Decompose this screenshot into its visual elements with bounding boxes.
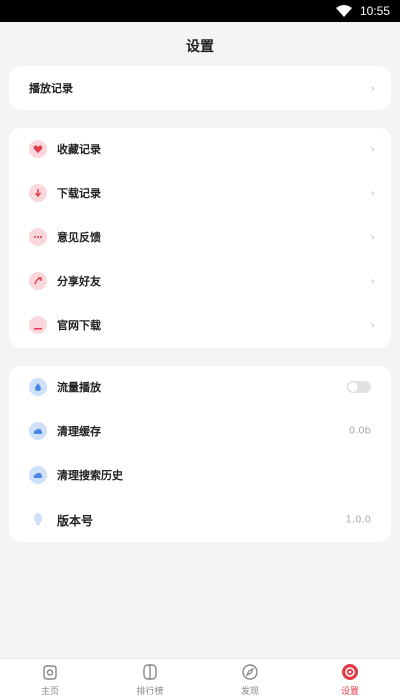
settings-icon [342,663,358,680]
version-label: 版本号 [57,513,94,528]
feedback-icon [29,228,47,246]
share-label: 分享好友 [57,275,101,288]
wifi-icon [335,5,352,17]
compass-icon [242,663,258,680]
chevron-right-icon: › [370,142,375,156]
ranking-icon [143,663,157,680]
tab-settings[interactable]: 设置 [300,659,400,700]
cloud-icon [29,466,47,484]
chevron-right-icon: › [370,81,375,95]
clear-cache-item[interactable]: 清理缓存 0.0b [9,413,391,449]
chevron-right-icon: › [370,318,375,332]
cloud-icon [29,422,47,440]
feedback-item[interactable]: 意见反馈 › [9,219,391,255]
favorites-item[interactable]: 收藏记录 › [9,131,391,167]
clear-search-history-label: 清理搜索历史 [57,469,123,482]
cache-size-value: 0.0b [348,425,371,437]
clear-cache-label: 清理缓存 [57,425,101,438]
version-value: 1.0.0 [345,514,371,526]
settings-card: 流量播放 清理缓存 0.0b 清理搜索历史 版本号 1.0.0 [9,366,391,542]
tab-discover[interactable]: 发现 [200,659,300,700]
play-history-label: 播放记录 [29,82,73,95]
history-card: 播放记录 › [9,66,391,110]
data-playback-toggle[interactable] [347,381,371,393]
heart-icon [29,140,47,158]
download-icon [29,184,47,202]
website-icon [29,316,47,334]
tab-home[interactable]: 主页 [0,659,100,700]
status-bar: 10:55 [0,0,400,22]
chevron-right-icon: › [370,274,375,288]
chevron-right-icon: › [370,230,375,244]
tab-settings-label: 设置 [340,686,359,697]
data-playback-label: 流量播放 [57,381,101,394]
page-title: 设置 [186,39,214,55]
downloads-label: 下载记录 [57,187,101,200]
status-time: 10:55 [359,4,390,18]
share-icon [29,272,47,290]
clear-search-history-item[interactable]: 清理搜索历史 [9,457,391,493]
data-playback-item: 流量播放 [9,369,391,405]
feedback-label: 意见反馈 [57,231,101,244]
favorites-label: 收藏记录 [57,143,101,156]
toggle-knob [348,382,358,392]
website-download-item[interactable]: 官网下载 › [9,307,391,343]
chevron-right-icon: › [370,186,375,200]
records-card: 收藏记录 › 下载记录 › 意见反馈 › 分享好友 › 官网下载 › [9,128,391,348]
tab-home-label: 主页 [40,686,59,697]
version-item: 版本号 1.0.0 [9,502,391,538]
bottom-tab-bar: 主页 排行榜 发现 设置 [0,658,400,700]
downloads-item[interactable]: 下载记录 › [9,175,391,211]
water-drop-icon [29,378,47,396]
share-item[interactable]: 分享好友 › [9,263,391,299]
tab-discover-label: 发现 [240,686,259,697]
website-download-label: 官网下载 [57,319,101,332]
tab-ranking-label: 排行榜 [136,686,164,697]
home-icon [43,664,57,680]
play-history-item[interactable]: 播放记录 › [9,70,391,106]
bulb-icon [29,511,47,529]
tab-ranking[interactable]: 排行榜 [100,659,200,700]
